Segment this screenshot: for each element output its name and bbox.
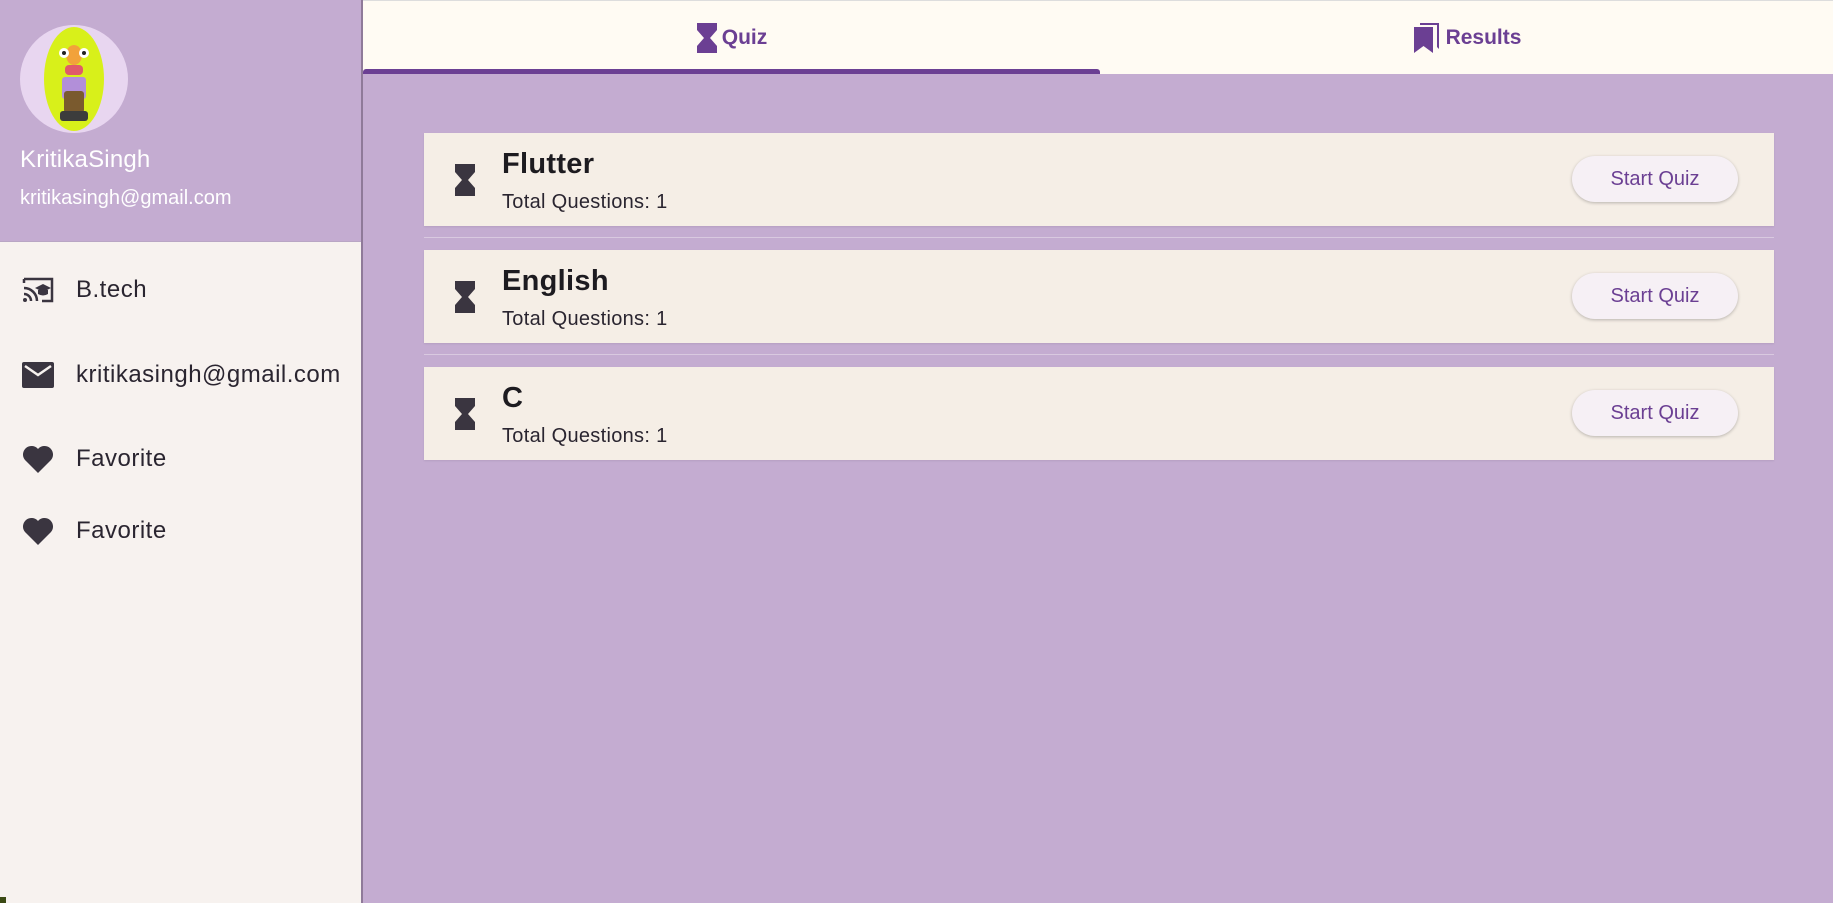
avatar[interactable] <box>20 25 128 133</box>
quiz-question-count: Total Questions: 1 <box>502 191 668 213</box>
quiz-title: C <box>502 382 524 414</box>
quiz-question-count: Total Questions: 1 <box>502 425 668 447</box>
quiz-title: English <box>502 265 609 297</box>
divider <box>424 237 1774 238</box>
drawer-item-label: B.tech <box>76 276 148 303</box>
drawer-item-label: Favorite <box>76 445 167 472</box>
drawer-header: KritikaSingh kritikasingh@gmail.com <box>0 0 361 242</box>
heart-icon <box>20 441 56 477</box>
tab-label: Quiz <box>721 25 768 49</box>
tab-label: Results <box>1445 25 1522 49</box>
quiz-title: Flutter <box>502 148 595 180</box>
tab-quiz[interactable]: Quiz <box>363 1 1100 74</box>
tab-results[interactable]: Results <box>1100 1 1833 74</box>
list-item[interactable]: English Total Questions: 1 Start Quiz <box>424 250 1774 343</box>
user-email: kritikasingh@gmail.com <box>20 187 232 209</box>
bookmarks-icon <box>1412 22 1442 54</box>
mail-icon <box>20 357 56 393</box>
drawer-item-email[interactable]: kritikasingh@gmail.com <box>0 337 361 413</box>
drawer-item-favorite[interactable]: Favorite <box>0 441 361 477</box>
heart-icon <box>20 513 56 549</box>
divider <box>424 354 1774 355</box>
start-quiz-button[interactable]: Start Quiz <box>1572 390 1738 436</box>
list-item[interactable]: Flutter Total Questions: 1 Start Quiz <box>424 133 1774 226</box>
user-name: KritikaSingh <box>20 146 151 173</box>
tab-bar: Quiz Results <box>363 0 1833 74</box>
start-quiz-button[interactable]: Start Quiz <box>1572 273 1738 319</box>
start-quiz-button[interactable]: Start Quiz <box>1572 156 1738 202</box>
hourglass-icon <box>453 280 477 314</box>
hourglass-icon <box>453 397 477 431</box>
drawer-item-label: Favorite <box>76 517 167 544</box>
quiz-question-count: Total Questions: 1 <box>502 308 668 330</box>
drawer-item-course[interactable]: B.tech <box>0 272 361 308</box>
list-item[interactable]: C Total Questions: 1 Start Quiz <box>424 367 1774 460</box>
drawer-item-favorite[interactable]: Favorite <box>0 513 361 549</box>
window-corner <box>0 897 6 903</box>
hourglass-icon <box>696 22 718 54</box>
hourglass-icon <box>453 163 477 197</box>
navigation-drawer: KritikaSingh kritikasingh@gmail.com B.te… <box>0 0 363 903</box>
drawer-item-label: kritikasingh@gmail.com <box>76 361 341 388</box>
tab-indicator <box>363 69 1100 74</box>
school-cast-icon <box>20 272 56 308</box>
